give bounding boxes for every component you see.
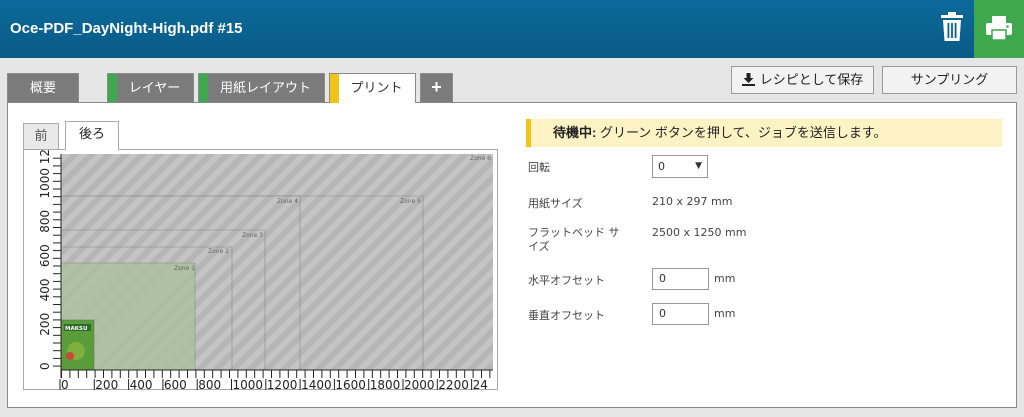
status-prefix: 待機中: <box>553 125 597 140</box>
x-tick-label: 1000 <box>233 378 264 391</box>
status-message: グリーン ボタンを押して、ジョブを送信します。 <box>596 125 887 140</box>
zone-6-label: Zone 6 <box>470 155 491 162</box>
horizontal-offset-value: 0 <box>659 272 666 285</box>
tab-layers-label: レイヤー <box>128 80 181 95</box>
tab-front[interactable]: 前 <box>23 123 59 150</box>
paper-size-label: 用紙サイズ <box>528 197 583 210</box>
y-tick-label: 600 <box>38 244 52 267</box>
tab-layers[interactable]: レイヤー <box>107 73 194 102</box>
download-icon <box>741 73 755 86</box>
tab-status-marker <box>199 74 208 102</box>
print-button[interactable] <box>974 0 1024 58</box>
x-tick-label: 2200 <box>438 378 469 391</box>
save-as-recipe-label: レシピとして保存 <box>759 72 864 87</box>
x-tick-label: 600 <box>164 378 187 391</box>
print-panel: 前 後ろ Zone 1 Zone 2 Zone 3 Zone 4 Zone 5 … <box>7 102 1017 408</box>
tab-overview[interactable]: 概要 <box>7 73 79 102</box>
vertical-offset-unit: mm <box>714 307 736 320</box>
zone-3-label: Zone 3 <box>242 232 263 239</box>
tab-active-marker <box>330 74 339 103</box>
printer-icon <box>986 16 1012 41</box>
zone-1-label: Zone 1 <box>174 265 195 272</box>
thumbnail-text: MAKSU <box>65 326 87 332</box>
paper-size-value: 210 x 297 mm <box>652 195 733 208</box>
horizontal-ruler <box>61 370 493 378</box>
add-tab-button[interactable]: + <box>420 73 453 102</box>
x-tick-label: 2000 <box>404 378 435 391</box>
zone-2-label: Zone 2 <box>208 248 229 255</box>
rotation-select[interactable]: 0 ▼ <box>652 155 708 178</box>
x-tick-label: 800 <box>198 378 221 391</box>
x-tick-label: 400 <box>130 378 153 391</box>
tab-paper-layout[interactable]: 用紙レイアウト <box>198 73 325 102</box>
vertical-ruler <box>53 154 61 370</box>
horizontal-offset-input[interactable]: 0 <box>652 268 709 290</box>
sampling-button[interactable]: サンプリング <box>882 66 1017 94</box>
y-tick-label: 200 <box>38 313 52 336</box>
x-tick-label: 0 <box>61 378 69 391</box>
y-tick-label: 1000 <box>38 168 52 199</box>
x-tick-label: 1800 <box>370 378 401 391</box>
save-as-recipe-button[interactable]: レシピとして保存 <box>731 66 874 94</box>
tab-print[interactable]: プリント <box>329 73 416 103</box>
flatbed-preview: Zone 1 Zone 2 Zone 3 Zone 4 Zone 5 Zone … <box>23 149 498 391</box>
x-tick-label: 1400 <box>301 378 332 391</box>
chevron-down-icon: ▼ <box>695 161 702 171</box>
vertical-offset-label: 垂直オフセット <box>528 309 605 322</box>
y-tick-label: 0 <box>38 362 52 370</box>
horizontal-offset-unit: mm <box>714 272 736 285</box>
x-tick-label: 200 <box>95 378 118 391</box>
x-tick-label: 1600 <box>335 378 366 391</box>
plus-icon: + <box>431 77 442 97</box>
flatbed-size-label: フラットベッド サイズ <box>528 226 620 253</box>
flatbed-size-value: 2500 x 1250 mm <box>652 226 747 239</box>
zone-4-label: Zone 4 <box>277 198 298 205</box>
document-title: Oce-PDF_DayNight-High.pdf #15 <box>10 20 243 37</box>
y-tick-label: 400 <box>38 278 52 301</box>
tab-overview-label: 概要 <box>29 80 56 95</box>
flatbed-canvas: Zone 1 Zone 2 Zone 3 Zone 4 Zone 5 Zone … <box>38 150 493 391</box>
y-tick-label: 1200 <box>38 150 52 164</box>
x-tick-label: 24 <box>473 378 488 391</box>
tab-print-label: プリント <box>350 80 403 95</box>
vertical-offset-input[interactable]: 0 <box>652 303 709 325</box>
rotation-label: 回転 <box>528 161 550 174</box>
x-tick-label: 1200 <box>267 378 298 391</box>
rotation-value: 0 <box>658 160 665 173</box>
vertical-offset-value: 0 <box>659 307 666 320</box>
thumbnail-graphic <box>66 352 74 360</box>
header-bar: Oce-PDF_DayNight-High.pdf #15 <box>0 0 1024 58</box>
zone-5-label: Zone 5 <box>400 198 421 205</box>
tab-status-marker <box>108 74 117 102</box>
trash-icon[interactable] <box>940 12 964 42</box>
tab-paper-layout-label: 用紙レイアウト <box>219 80 311 95</box>
tab-back-label: 後ろ <box>78 127 105 142</box>
tab-front-label: 前 <box>34 129 48 144</box>
status-banner: 待機中: グリーン ボタンを押して、ジョブを送信します。 <box>526 119 1002 147</box>
tab-back[interactable]: 後ろ <box>65 121 119 150</box>
horizontal-offset-label: 水平オフセット <box>528 274 605 287</box>
y-tick-label: 800 <box>38 210 52 233</box>
sampling-label: サンプリング <box>910 72 989 87</box>
